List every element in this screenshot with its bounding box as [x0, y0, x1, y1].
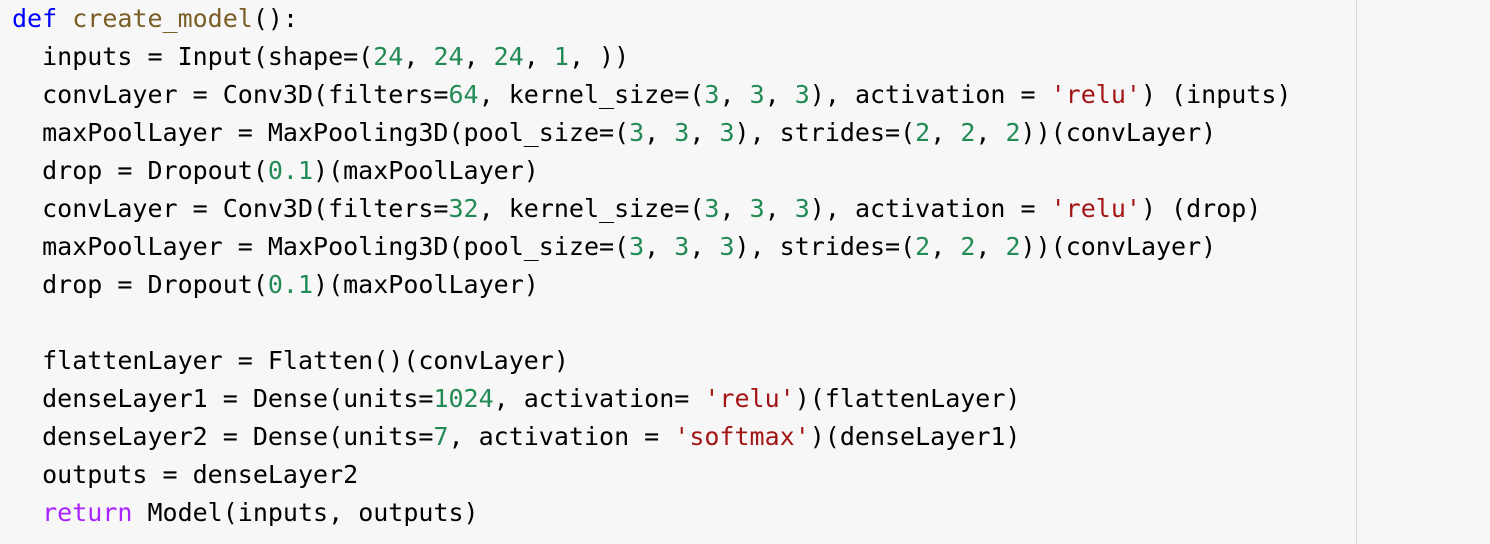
code-token: )(flattenLayer) — [794, 384, 1021, 413]
code-token: , — [719, 194, 750, 223]
code-token: , — [930, 118, 961, 147]
code-line[interactable]: maxPoolLayer = MaxPooling3D(pool_size=(3… — [12, 228, 1291, 266]
code-line[interactable]: return Model(inputs, outputs) — [12, 494, 1291, 532]
code-token: maxPoolLayer = MaxPooling3D(pool_size=( — [12, 232, 630, 261]
code-token: , — [523, 42, 554, 71]
code-token: ), activation = — [809, 80, 1051, 109]
code-token: ), strides=( — [734, 118, 916, 147]
number-token: 24 — [493, 42, 524, 71]
code-line[interactable]: convLayer = Conv3D(filters=32, kernel_si… — [12, 190, 1291, 228]
code-token: ) (drop) — [1140, 194, 1262, 223]
code-token: , — [930, 232, 961, 261]
code-line[interactable]: denseLayer2 = Dense(units=7, activation … — [12, 418, 1291, 456]
number-token: 0.1 — [267, 156, 314, 185]
code-line[interactable]: inputs = Input(shape=(24, 24, 24, 1, )) — [12, 38, 1291, 76]
string-token: 'softmax' — [674, 422, 810, 451]
code-line[interactable]: denseLayer1 = Dense(units=1024, activati… — [12, 380, 1291, 418]
code-line[interactable]: convLayer = Conv3D(filters=64, kernel_si… — [12, 76, 1291, 114]
number-token: 3 — [704, 194, 720, 223]
number-token: 2 — [915, 118, 931, 147]
code-token: , — [975, 232, 1006, 261]
code-token: outputs = denseLayer2 — [12, 460, 359, 489]
code-token: maxPoolLayer = MaxPooling3D(pool_size=( — [12, 118, 630, 147]
number-token: 7 — [433, 422, 449, 451]
number-token: 3 — [629, 118, 645, 147]
number-token: 1 — [553, 42, 569, 71]
code-token: , — [644, 118, 675, 147]
code-token: , — [644, 232, 675, 261]
code-token: ) (inputs) — [1140, 80, 1292, 109]
code-token: inputs = Input(shape=( — [12, 42, 374, 71]
code-line[interactable]: def create_model(): — [12, 0, 1291, 38]
string-token: 'relu' — [1050, 194, 1141, 223]
code-line[interactable]: flattenLayer = Flatten()(convLayer) — [12, 342, 1291, 380]
code-token: Model(inputs, outputs) — [132, 498, 479, 527]
code-token: , activation = — [448, 422, 675, 451]
number-token: 3 — [719, 118, 735, 147]
code-token: , activation= — [493, 384, 705, 413]
code-token: ), strides=( — [734, 232, 916, 261]
number-token: 3 — [794, 194, 810, 223]
code-token: , kernel_size=( — [478, 194, 705, 223]
code-token: )(maxPoolLayer) — [313, 156, 539, 185]
code-token: , — [764, 80, 795, 109]
number-token: 2 — [960, 232, 976, 261]
number-token: 3 — [674, 118, 690, 147]
code-token: , — [975, 118, 1006, 147]
number-token: 3 — [749, 194, 765, 223]
code-line[interactable]: drop = Dropout(0.1)(maxPoolLayer) — [12, 152, 1291, 190]
code-token: )(denseLayer1) — [809, 422, 1021, 451]
code-token: drop = Dropout( — [12, 156, 268, 185]
keyword-token: return — [42, 498, 133, 527]
string-token: 'relu' — [704, 384, 795, 413]
keyword-token: def — [12, 4, 58, 33]
number-token: 3 — [674, 232, 690, 261]
code-token: denseLayer2 = Dense(units= — [12, 422, 434, 451]
code-token: flattenLayer = Flatten()(convLayer) — [12, 346, 569, 375]
number-token: 2 — [960, 118, 976, 147]
number-token: 24 — [373, 42, 404, 71]
number-token: 3 — [704, 80, 720, 109]
code-token: , — [719, 80, 750, 109]
code-token: ))(convLayer) — [1020, 232, 1217, 261]
number-token: 3 — [719, 232, 735, 261]
number-token: 2 — [1005, 232, 1021, 261]
code-token: ), activation = — [809, 194, 1051, 223]
number-token: 3 — [749, 80, 765, 109]
code-block[interactable]: def create_model(): inputs = Input(shape… — [12, 0, 1291, 532]
code-line[interactable]: maxPoolLayer = MaxPooling3D(pool_size=(3… — [12, 114, 1291, 152]
number-token: 2 — [1005, 118, 1021, 147]
code-token: denseLayer1 = Dense(units= — [12, 384, 434, 413]
code-token: , — [764, 194, 795, 223]
line-length-ruler — [1356, 0, 1357, 544]
number-token: 3 — [629, 232, 645, 261]
code-line[interactable]: drop = Dropout(0.1)(maxPoolLayer) — [12, 266, 1291, 304]
number-token: 2 — [915, 232, 931, 261]
code-token: ))(convLayer) — [1020, 118, 1217, 147]
code-token: , — [689, 118, 720, 147]
code-line[interactable]: outputs = denseLayer2 — [12, 456, 1291, 494]
code-cell[interactable]: def create_model(): inputs = Input(shape… — [0, 0, 1490, 544]
code-token: , )) — [568, 42, 630, 71]
code-token: , — [403, 42, 434, 71]
code-token: , — [689, 232, 720, 261]
number-token: 32 — [448, 194, 479, 223]
code-line[interactable] — [12, 304, 1291, 342]
code-token: )(maxPoolLayer) — [313, 270, 539, 299]
code-token: , kernel_size=( — [478, 80, 705, 109]
string-token: 'relu' — [1050, 80, 1141, 109]
number-token: 24 — [433, 42, 464, 71]
number-token: 0.1 — [267, 270, 314, 299]
code-token: convLayer = Conv3D(filters= — [12, 80, 449, 109]
code-token: , — [463, 42, 494, 71]
number-token: 1024 — [433, 384, 494, 413]
number-token: 3 — [794, 80, 810, 109]
function-name-token: create_model — [72, 4, 253, 33]
number-token: 64 — [448, 80, 479, 109]
code-token: convLayer = Conv3D(filters= — [12, 194, 449, 223]
code-token: (): — [252, 4, 298, 33]
code-token: drop = Dropout( — [12, 270, 268, 299]
